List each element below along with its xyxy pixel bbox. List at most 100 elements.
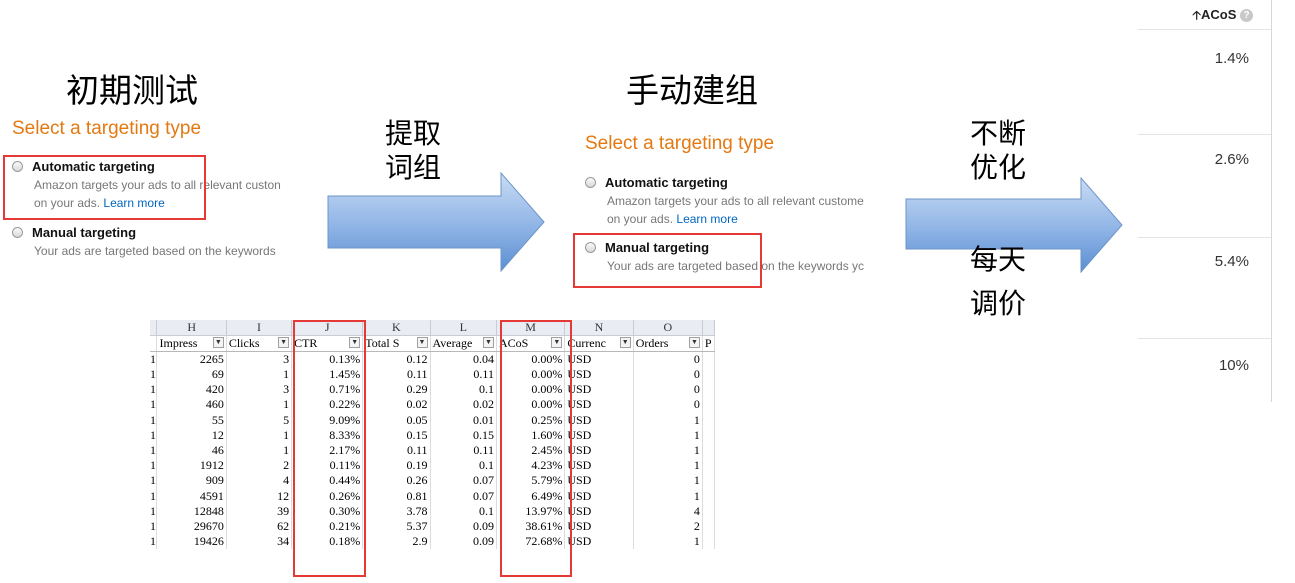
- table-cell[interactable]: 0.11: [362, 442, 431, 459]
- table-cell[interactable]: 69: [156, 367, 227, 383]
- acos-column-header[interactable]: 🡡ACoS ?: [1192, 6, 1253, 27]
- table-cell[interactable]: 0.05: [362, 412, 431, 428]
- column-header[interactable]: Impress ▼: [156, 335, 227, 352]
- table-cell[interactable]: 2: [226, 458, 293, 474]
- question-circle-icon[interactable]: ?: [1240, 9, 1253, 22]
- table-cell[interactable]: 1: [226, 397, 293, 413]
- table-cell[interactable]: 55: [156, 412, 227, 428]
- table-cell[interactable]: 39: [226, 503, 293, 519]
- table-cell[interactable]: 12: [156, 427, 227, 443]
- table-cell[interactable]: 0.02: [430, 397, 497, 413]
- table-cell[interactable]: 0.29: [362, 382, 431, 398]
- table-cell[interactable]: 3: [226, 382, 293, 398]
- filter-dropdown-icon[interactable]: ▼: [278, 337, 290, 348]
- table-cell[interactable]: 12848: [156, 503, 227, 519]
- table-cell[interactable]: 0: [633, 397, 703, 413]
- table-cell[interactable]: 0.02: [362, 397, 431, 413]
- table-cell[interactable]: 29670: [156, 518, 227, 535]
- column-letter[interactable]: H: [156, 320, 227, 336]
- table-cell[interactable]: USD: [564, 488, 634, 504]
- column-header[interactable]: Average ▼: [430, 335, 497, 352]
- table-cell[interactable]: 1: [633, 534, 703, 550]
- column-letter[interactable]: N: [564, 320, 634, 336]
- table-cell[interactable]: USD: [564, 442, 634, 459]
- column-header[interactable]: P: [702, 335, 716, 352]
- table-cell[interactable]: 1: [633, 473, 703, 489]
- option-automatic-targeting[interactable]: Automatic targeting Amazon targets your …: [585, 174, 890, 228]
- table-cell[interactable]: 0: [633, 367, 703, 383]
- table-cell[interactable]: 0.15: [430, 427, 497, 443]
- table-cell[interactable]: 3: [226, 351, 293, 367]
- table-cell[interactable]: USD: [564, 351, 634, 367]
- table-cell[interactable]: 5: [226, 412, 293, 428]
- column-header[interactable]: Orders ▼: [633, 335, 703, 352]
- table-cell[interactable]: 0.12: [362, 351, 431, 367]
- table-cell[interactable]: 2265: [156, 351, 227, 367]
- table-cell[interactable]: 0.07: [430, 488, 497, 504]
- table-cell[interactable]: USD: [564, 458, 634, 474]
- table-cell[interactable]: 1: [633, 427, 703, 443]
- table-cell[interactable]: 1: [633, 412, 703, 428]
- table-cell[interactable]: USD: [564, 382, 634, 398]
- column-header[interactable]: Total S ▼: [362, 335, 431, 352]
- filter-dropdown-icon[interactable]: ▼: [619, 337, 631, 348]
- table-cell[interactable]: 1912: [156, 458, 227, 474]
- table-cell[interactable]: USD: [564, 534, 634, 550]
- filter-dropdown-icon[interactable]: ▼: [212, 337, 224, 348]
- option-manual-targeting[interactable]: Manual targeting Your ads are targeted b…: [12, 224, 312, 260]
- table-cell[interactable]: 46: [156, 442, 227, 459]
- table-cell[interactable]: 1: [226, 442, 293, 459]
- table-cell[interactable]: 5.37: [362, 518, 431, 535]
- table-cell[interactable]: 0.1: [430, 458, 497, 474]
- table-cell[interactable]: 0.01: [430, 412, 497, 428]
- table-cell[interactable]: 4: [633, 503, 703, 519]
- filter-dropdown-icon[interactable]: ▼: [688, 337, 700, 348]
- column-letter[interactable]: L: [430, 320, 497, 336]
- table-cell[interactable]: 19426: [156, 534, 227, 550]
- table-cell[interactable]: 12: [226, 488, 293, 504]
- filter-dropdown-icon[interactable]: ▼: [416, 337, 428, 348]
- table-cell[interactable]: 0.09: [430, 534, 497, 550]
- column-letter[interactable]: O: [633, 320, 703, 336]
- table-cell[interactable]: 460: [156, 397, 227, 413]
- table-cell[interactable]: 1: [633, 488, 703, 504]
- table-cell[interactable]: USD: [564, 412, 634, 428]
- table-cell[interactable]: USD: [564, 518, 634, 535]
- learn-more-link[interactable]: Learn more: [676, 212, 737, 226]
- column-letter[interactable]: I: [226, 320, 293, 336]
- table-cell[interactable]: 2: [633, 518, 703, 535]
- table-cell[interactable]: 0.09: [430, 518, 497, 535]
- table-cell[interactable]: 0: [633, 382, 703, 398]
- table-cell[interactable]: 4: [226, 473, 293, 489]
- table-cell[interactable]: 0.19: [362, 458, 431, 474]
- table-cell[interactable]: 0.1: [430, 503, 497, 519]
- column-header[interactable]: Currenc ▼: [564, 335, 634, 352]
- table-cell[interactable]: 62: [226, 518, 293, 535]
- table-cell[interactable]: 0.81: [362, 488, 431, 504]
- table-cell[interactable]: USD: [564, 473, 634, 489]
- table-cell[interactable]: 2.9: [362, 534, 431, 550]
- table-cell[interactable]: 0.1: [430, 382, 497, 398]
- table-cell[interactable]: USD: [564, 427, 634, 443]
- table-cell[interactable]: 4591: [156, 488, 227, 504]
- table-cell[interactable]: 0: [633, 351, 703, 367]
- table-cell[interactable]: 34: [226, 534, 293, 550]
- table-cell[interactable]: 0.26: [362, 473, 431, 489]
- filter-dropdown-icon[interactable]: ▼: [482, 337, 494, 348]
- table-cell[interactable]: 1: [226, 367, 293, 383]
- radio-automatic[interactable]: [585, 177, 596, 188]
- table-cell[interactable]: 0.11: [430, 367, 497, 383]
- radio-manual[interactable]: [12, 227, 23, 238]
- table-cell[interactable]: 1: [226, 427, 293, 443]
- table-cell[interactable]: USD: [564, 367, 634, 383]
- column-letter[interactable]: K: [362, 320, 431, 336]
- table-cell[interactable]: USD: [564, 503, 634, 519]
- column-header[interactable]: Clicks ▼: [226, 335, 293, 352]
- table-cell[interactable]: 0.15: [362, 427, 431, 443]
- table-cell[interactable]: 420: [156, 382, 227, 398]
- table-cell[interactable]: 909: [156, 473, 227, 489]
- table-cell[interactable]: 0.11: [362, 367, 431, 383]
- table-cell[interactable]: 1: [633, 442, 703, 459]
- table-cell[interactable]: 0.04: [430, 351, 497, 367]
- table-cell[interactable]: 3.78: [362, 503, 431, 519]
